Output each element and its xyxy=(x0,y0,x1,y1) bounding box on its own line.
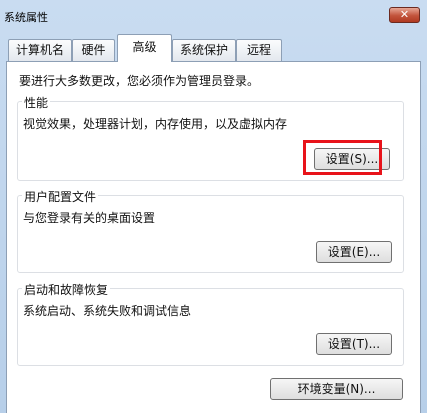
tab-remote[interactable]: 远程 xyxy=(236,39,282,61)
system-properties-window: 系统属性 ✕ 计算机名 硬件 高级 系统保护 远程 要进行大多数更改，您必须作为… xyxy=(0,0,427,413)
highlight-box xyxy=(303,140,382,175)
admin-notice: 要进行大多数更改，您必须作为管理员登录。 xyxy=(19,74,260,88)
user-profiles-group-title: 用户配置文件 xyxy=(22,188,99,205)
close-button[interactable]: ✕ xyxy=(389,7,420,23)
title-bar[interactable]: 系统属性 ✕ xyxy=(0,0,427,30)
startup-recovery-description: 系统启动、系统失败和调试信息 xyxy=(23,304,192,318)
performance-description: 视觉效果，处理器计划，内存使用，以及虚拟内存 xyxy=(23,117,288,131)
user-profiles-description: 与您登录有关的桌面设置 xyxy=(23,211,156,225)
user-profiles-settings-button[interactable]: 设置(E)... xyxy=(316,241,392,263)
tab-advanced[interactable]: 高级 xyxy=(117,34,172,62)
tab-system-protection[interactable]: 系统保护 xyxy=(172,39,236,61)
performance-group-title: 性能 xyxy=(22,94,51,111)
tab-hardware[interactable]: 硬件 xyxy=(72,39,115,61)
tab-bar: 计算机名 硬件 高级 系统保护 远程 xyxy=(0,34,427,62)
environment-variables-button[interactable]: 环境变量(N)... xyxy=(270,378,403,400)
startup-recovery-group-title: 启动和故障恢复 xyxy=(22,281,111,298)
startup-recovery-settings-button[interactable]: 设置(T)... xyxy=(316,333,392,355)
window-title: 系统属性 xyxy=(4,11,48,24)
tab-computer-name[interactable]: 计算机名 xyxy=(8,39,72,61)
close-icon: ✕ xyxy=(399,8,410,21)
